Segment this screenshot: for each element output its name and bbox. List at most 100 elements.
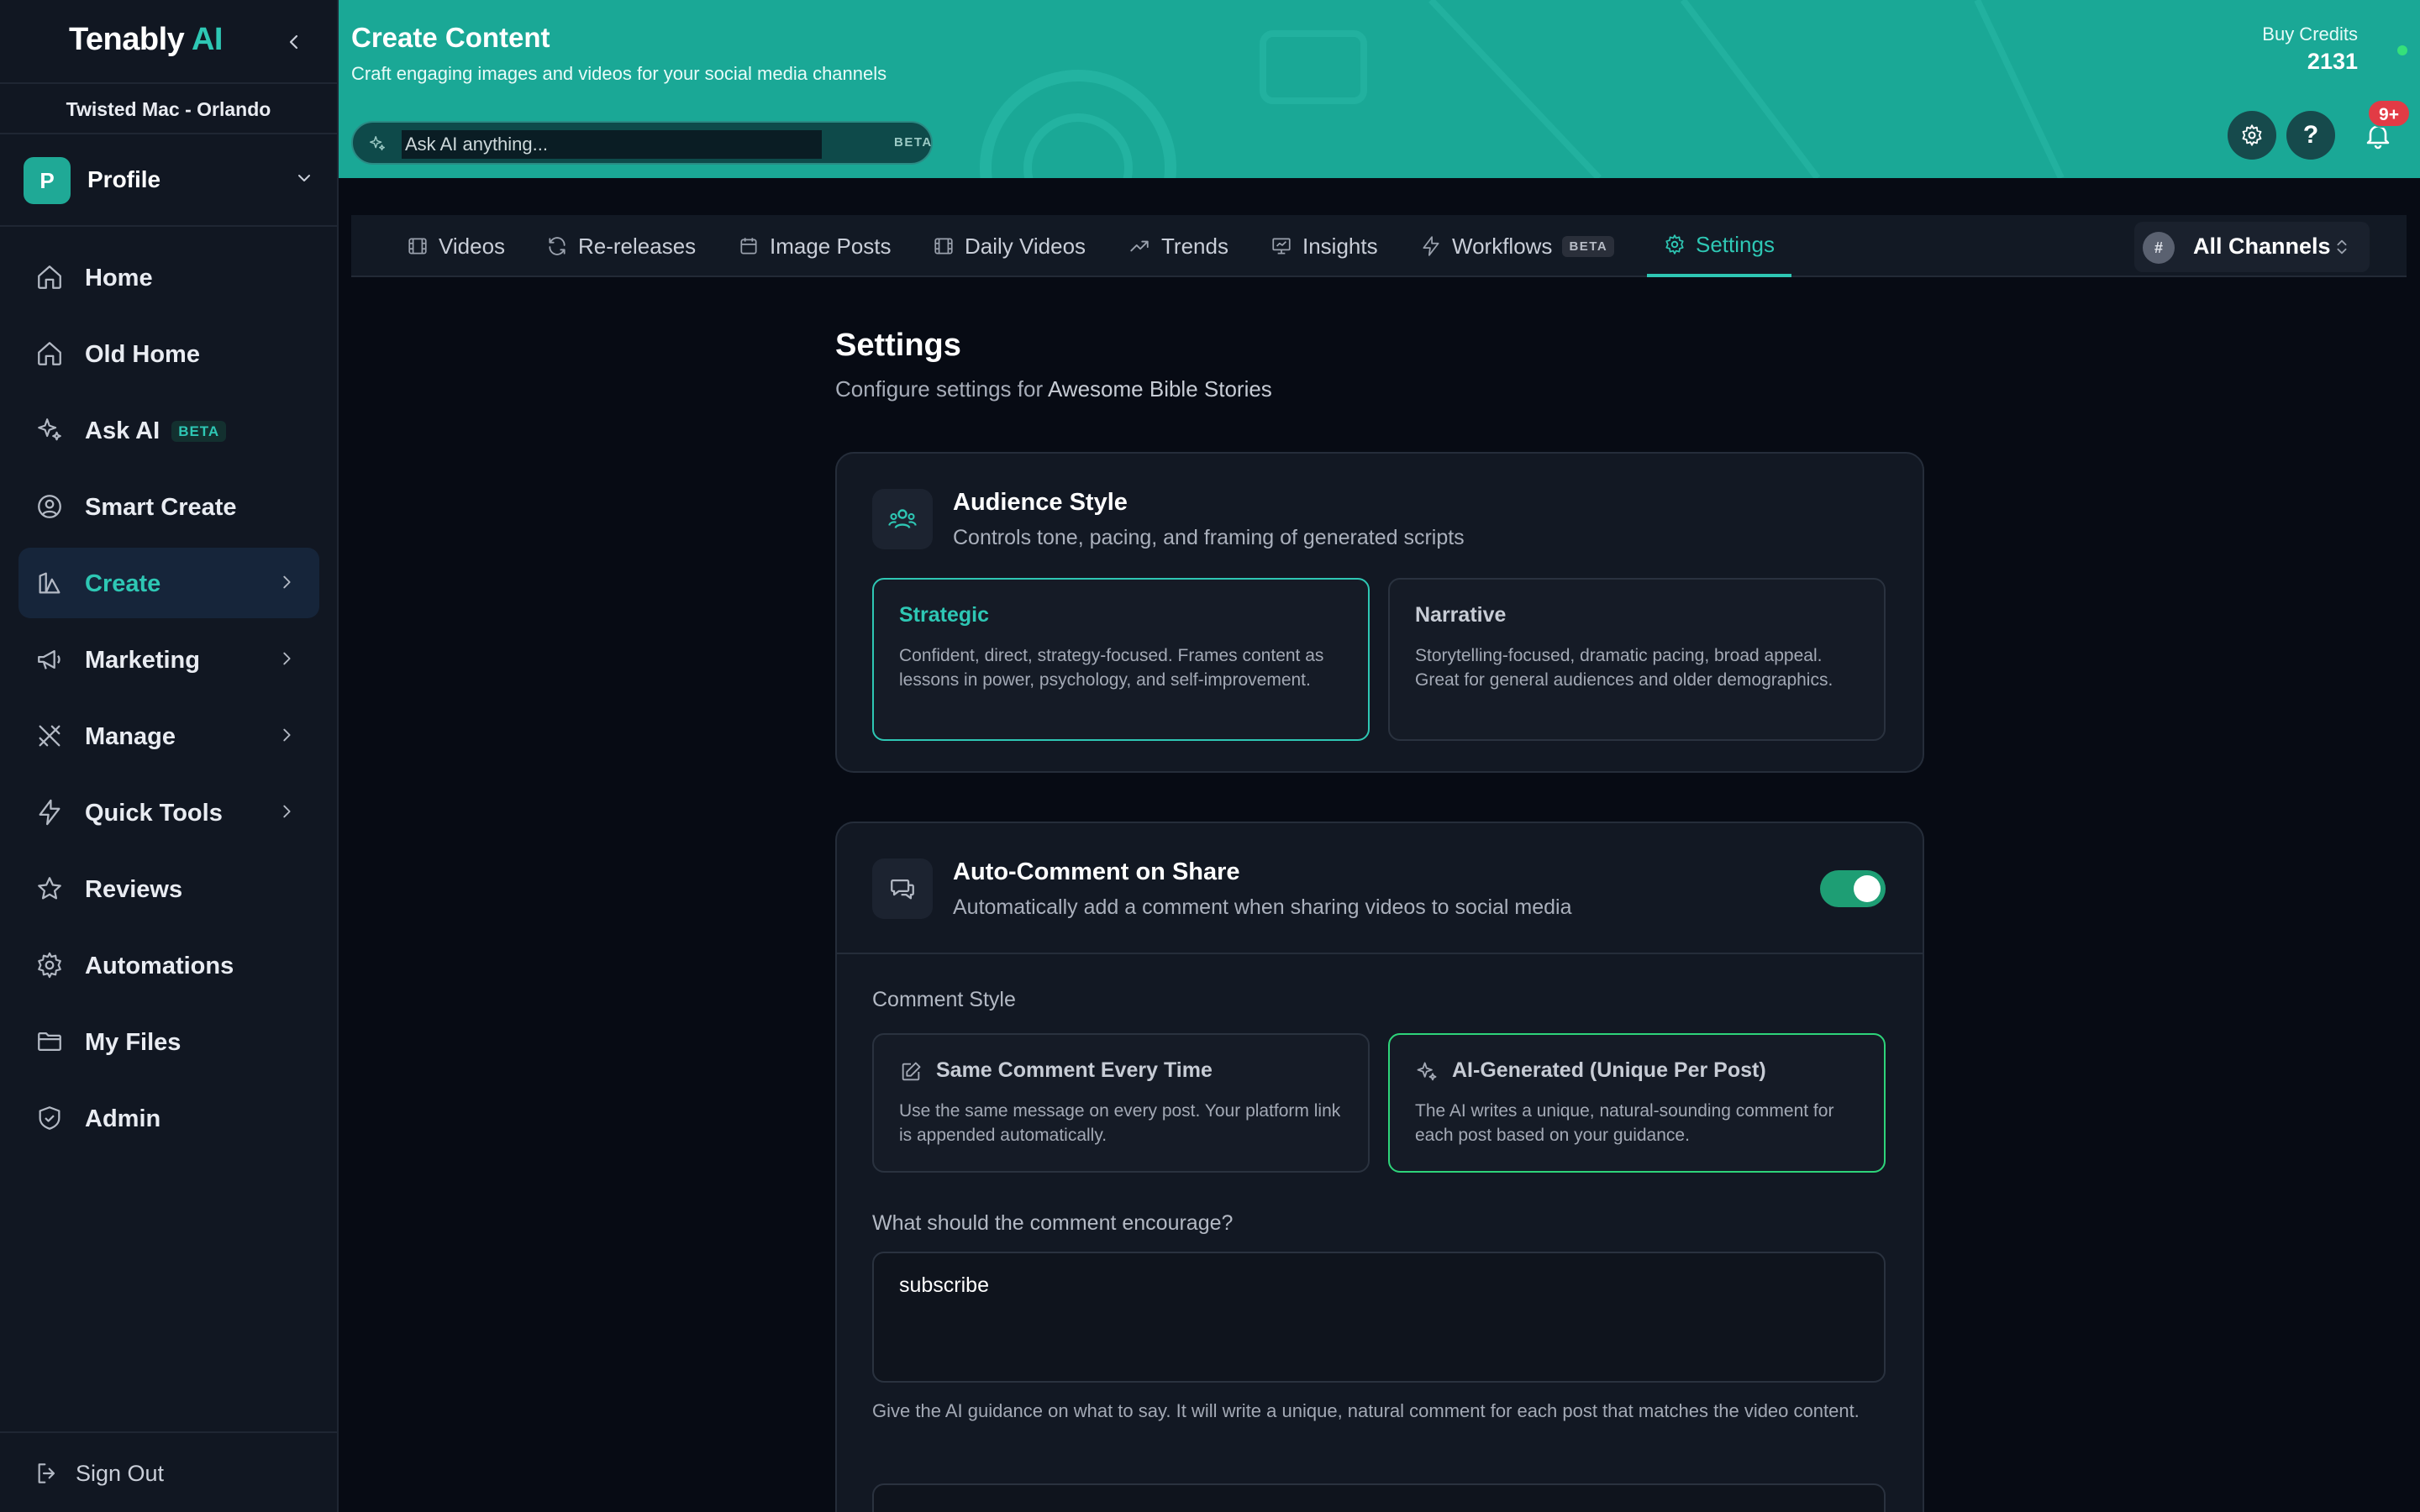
audience-style-subtitle: Controls tone, pacing, and framing of ge… [953, 526, 1465, 549]
tab-workflows[interactable]: Workflows BETA [1420, 215, 1615, 277]
star-icon [38, 877, 61, 900]
sidebar-item-home[interactable]: Home [18, 242, 319, 312]
sidebar: Tenably AI Twisted Mac - Orlando P Profi… [0, 0, 339, 1512]
help-button[interactable]: ? [2286, 111, 2335, 160]
encourage-help-text: Give the AI guidance on what to say. It … [872, 1400, 1860, 1421]
chevron-right-icon [283, 805, 291, 818]
trend-icon [1130, 240, 1149, 252]
tab-re-releases[interactable]: Re-releases [546, 215, 696, 277]
sidebar-item-manage[interactable]: Manage [18, 701, 319, 771]
chevron-right-icon [283, 728, 291, 742]
calendar-icon [740, 238, 757, 255]
channel-avatar: # [2143, 232, 2175, 264]
section-divider [835, 953, 1924, 954]
megaphone-icon [38, 649, 60, 669]
profile-selector[interactable]: P Profile [0, 136, 337, 227]
sidebar-item-smart-create[interactable]: Smart Create [18, 471, 319, 542]
chevron-right-icon [283, 652, 291, 665]
logout-icon [38, 1463, 55, 1483]
auto-comment-title: Auto-Comment on Share [953, 858, 1240, 885]
encourage-label: What should the comment encourage? [872, 1211, 1234, 1235]
create-icon [39, 572, 60, 594]
notification-count-badge: 9+ [2367, 99, 2411, 128]
beta-badge: BETA [894, 135, 933, 150]
sidebar-item-create[interactable]: Create [18, 548, 319, 618]
collapse-sidebar-button[interactable] [277, 25, 311, 59]
sidebar-nav: Home Old Home Ask AI BETA Smart Create Cr… [18, 242, 319, 1159]
toggle-knob [1854, 875, 1881, 902]
auto-comment-toggle[interactable] [1820, 870, 1886, 907]
sidebar-item-automations[interactable]: Automations [18, 930, 319, 1000]
sidebar-item-marketing[interactable]: Marketing [18, 624, 319, 695]
settings-subtitle: Configure settings for Awesome Bible Sto… [835, 376, 1272, 402]
home-icon [38, 265, 61, 289]
tab-settings[interactable]: Settings [1647, 215, 1791, 277]
credits-balance: 2131 [2307, 49, 2358, 74]
comment-style-label: Comment Style [872, 988, 1016, 1011]
organization-name[interactable]: Twisted Mac - Orlando [0, 84, 337, 134]
chevron-left-icon [289, 34, 298, 50]
page-subtitle: Craft engaging images and videos for you… [351, 63, 887, 84]
refresh-icon [549, 237, 566, 255]
bolt-icon [39, 799, 60, 826]
auto-comment-subtitle: Automatically add a comment when sharing… [953, 895, 1572, 919]
audience-option-narrative[interactable]: Narrative Storytelling-focused, dramatic… [1388, 578, 1886, 741]
status-indicator [2397, 45, 2407, 55]
gear-icon [1665, 234, 1684, 255]
sidebar-item-reviews[interactable]: Reviews [18, 853, 319, 924]
audience-option-strategic[interactable]: Strategic Confident, direct, strategy-fo… [872, 578, 1370, 741]
chat-icon [891, 879, 914, 900]
audience-style-card: Audience Style Controls tone, pacing, an… [835, 452, 1924, 773]
brand-header: Tenably AI [0, 0, 337, 84]
help-icon: ? [2302, 121, 2319, 149]
chevron-down-icon [298, 175, 310, 181]
channel-name: Awesome Bible Stories [1047, 376, 1272, 402]
sparkles-icon [370, 136, 385, 151]
buy-credits-link[interactable]: Buy Credits [2262, 24, 2358, 45]
tab-trends[interactable]: Trends [1128, 215, 1228, 277]
page-header: Create Content Craft engaging images and… [339, 0, 2420, 178]
ask-ai-input[interactable] [402, 130, 822, 159]
chevron-right-icon [283, 575, 291, 589]
gear-icon [38, 952, 61, 979]
tab-image-posts[interactable]: Image Posts [738, 215, 892, 277]
tab-daily-videos[interactable]: Daily Videos [933, 215, 1086, 277]
sidebar-item-my-files[interactable]: My Files [18, 1006, 319, 1077]
page-title: Create Content [351, 22, 550, 53]
presentation-icon [1272, 238, 1291, 255]
tab-insights[interactable]: Insights [1270, 215, 1378, 277]
tools-icon [39, 725, 60, 747]
sidebar-item-quick-tools[interactable]: Quick Tools [18, 777, 319, 848]
chevron-updown-icon [2337, 239, 2347, 255]
sparkles-icon [38, 418, 61, 441]
sidebar-item-admin[interactable]: Admin [18, 1083, 319, 1153]
audience-style-title: Audience Style [953, 489, 1128, 516]
sidebar-item-old-home[interactable]: Old Home [18, 318, 319, 389]
tab-videos[interactable]: Videos [407, 215, 505, 277]
settings-button[interactable] [2228, 111, 2276, 160]
bolt-icon [1423, 236, 1439, 256]
film-icon [934, 238, 953, 255]
edit-icon [902, 1062, 921, 1081]
gear-icon [2242, 124, 2262, 146]
comment-option-ai-generated[interactable]: AI-Generated (Unique Per Post) The AI wr… [1388, 1033, 1886, 1173]
avatar: P [24, 157, 71, 204]
sparkles-icon [1417, 1062, 1437, 1081]
beta-badge: BETA [171, 421, 227, 443]
beta-badge: BETA [1562, 235, 1615, 257]
sign-out-button[interactable]: Sign Out [0, 1431, 337, 1512]
channel-selector[interactable]: # All Channels [2134, 222, 2370, 272]
settings-title: Settings [835, 328, 961, 363]
ask-ai-bar[interactable]: BETA [351, 121, 933, 165]
encourage-input[interactable]: subscribe [872, 1252, 1886, 1383]
sidebar-item-ask-ai[interactable]: Ask AI BETA [18, 395, 319, 465]
profile-label: Profile [87, 166, 161, 192]
brand-logo[interactable]: Tenably AI [69, 22, 223, 58]
shield-icon [39, 1106, 60, 1130]
home-icon [38, 342, 61, 365]
comment-option-same[interactable]: Same Comment Every Time Use the same mes… [872, 1033, 1370, 1173]
next-field[interactable] [872, 1483, 1886, 1512]
user-circle-icon [38, 495, 61, 518]
film-icon [408, 238, 427, 255]
users-icon [888, 509, 917, 529]
